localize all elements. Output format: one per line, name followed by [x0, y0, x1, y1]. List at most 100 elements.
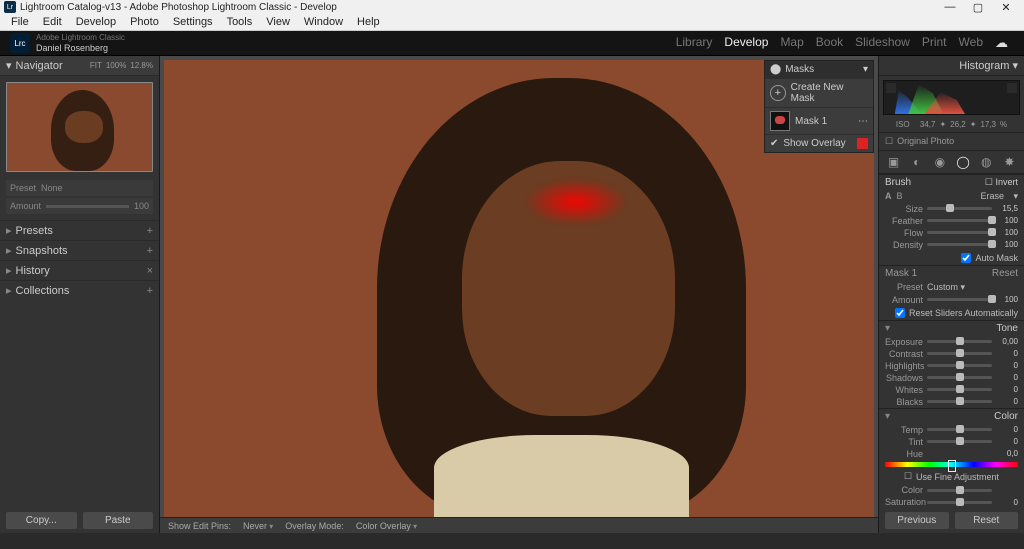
- window-close-button[interactable]: ✕: [992, 1, 1020, 14]
- menu-file[interactable]: File: [4, 16, 36, 28]
- tool-strip: ▣ ◐ ◉ ◯ ◍ ✸: [879, 151, 1024, 174]
- menu-settings[interactable]: Settings: [166, 16, 220, 28]
- right-panel: Histogram ▾ ISO 34,7 ✦26,2 ✦17,3% ☐Origi…: [878, 56, 1024, 533]
- navigator-zoom1[interactable]: 100%: [106, 61, 126, 70]
- mask-reset-button[interactable]: Reset: [992, 268, 1018, 279]
- mask-preset-dropdown[interactable]: Custom ▾: [927, 282, 965, 293]
- section-collections[interactable]: ▸Collections+: [0, 280, 159, 300]
- fine-adjustment-toggle[interactable]: Use Fine Adjustment: [916, 472, 999, 482]
- show-overlay-toggle[interactable]: ✔ Show Overlay: [765, 134, 873, 152]
- original-photo-toggle[interactable]: ☐Original Photo: [879, 133, 1024, 151]
- window-title: Lightroom Catalog-v13 - Adobe Photoshop …: [20, 2, 337, 13]
- user-name: Daniel Rosenberg: [36, 43, 125, 53]
- histogram[interactable]: [883, 80, 1020, 115]
- section-snapshots[interactable]: ▸Snapshots+: [0, 240, 159, 260]
- module-web[interactable]: Web: [959, 35, 983, 51]
- mask-item-1[interactable]: Mask 1 ⋯: [765, 107, 873, 134]
- auto-mask-checkbox[interactable]: [961, 253, 971, 263]
- tone-whites-slider[interactable]: [927, 388, 992, 391]
- lrc-icon: Lrc: [10, 33, 30, 53]
- histogram-header[interactable]: Histogram ▾: [879, 56, 1024, 76]
- menu-tools[interactable]: Tools: [220, 16, 260, 28]
- overlay-color-swatch[interactable]: [857, 138, 868, 149]
- overlay-mode-label: Overlay Mode:: [285, 521, 344, 531]
- module-book[interactable]: Book: [816, 35, 843, 51]
- tone-shadows-slider[interactable]: [927, 376, 992, 379]
- color-saturation-slider[interactable]: [927, 501, 992, 504]
- clip-highlights-icon[interactable]: [1007, 83, 1017, 93]
- erase-toggle[interactable]: Erase: [980, 191, 1004, 201]
- menu-view[interactable]: View: [259, 16, 297, 28]
- tone-blacks-slider[interactable]: [927, 400, 992, 403]
- clip-shadows-icon[interactable]: [886, 83, 896, 93]
- histogram-readout: ISO 34,7 ✦26,2 ✦17,3%: [879, 119, 1024, 133]
- navigator-zoom2[interactable]: 12.8%: [130, 61, 153, 70]
- brush-size-slider[interactable]: [927, 207, 992, 210]
- image-canvas[interactable]: ⬤ Masks ▾ + Create New Mask Mask 1 ⋯ ✔ S…: [164, 60, 874, 517]
- mask-more-icon[interactable]: ⋯: [858, 116, 868, 127]
- copy-settings-button[interactable]: Copy...: [6, 512, 77, 529]
- color-color-slider[interactable]: [927, 489, 992, 492]
- brush-tool-icon[interactable]: ✸: [1002, 155, 1016, 169]
- crop-tool-icon[interactable]: ▣: [887, 155, 901, 169]
- cloud-sync-icon[interactable]: ☁: [995, 35, 1008, 51]
- window-maximize-button[interactable]: ▢: [964, 1, 992, 14]
- window-minimize-button[interactable]: —: [936, 1, 964, 13]
- create-new-mask-button[interactable]: + Create New Mask: [765, 78, 873, 107]
- check-icon: ✔: [770, 138, 778, 149]
- preset-summary: Preset None: [6, 180, 153, 196]
- module-library[interactable]: Library: [676, 35, 713, 51]
- mask-amount-slider[interactable]: [927, 298, 992, 301]
- hue-slider[interactable]: [885, 462, 1018, 467]
- module-slideshow[interactable]: Slideshow: [855, 35, 910, 51]
- heal-tool-icon[interactable]: ◐: [910, 155, 924, 169]
- menu-help[interactable]: Help: [350, 16, 387, 28]
- gradient-tool-icon[interactable]: ◍: [979, 155, 993, 169]
- tone-exposure-slider[interactable]: [927, 340, 992, 343]
- overlay-mode-dropdown[interactable]: Color Overlay: [356, 521, 417, 531]
- masks-panel-more-icon[interactable]: ▾: [863, 64, 868, 75]
- mask-name-label: Mask 1: [885, 268, 917, 279]
- window-titlebar: Lr Lightroom Catalog-v13 - Adobe Photosh…: [0, 0, 1024, 14]
- color-tint-slider[interactable]: [927, 440, 992, 443]
- color-section[interactable]: Color: [994, 411, 1018, 422]
- reset-button[interactable]: Reset: [955, 512, 1019, 529]
- app-icon: Lr: [4, 1, 16, 13]
- paste-settings-button[interactable]: Paste: [83, 512, 154, 529]
- reset-sliders-auto-checkbox[interactable]: [895, 308, 905, 318]
- brush-feather-slider[interactable]: [927, 219, 992, 222]
- tone-section[interactable]: Tone: [996, 323, 1018, 334]
- navigator-thumbnail[interactable]: [6, 82, 153, 172]
- invert-mask-toggle[interactable]: Invert: [995, 177, 1018, 187]
- previous-button[interactable]: Previous: [885, 512, 949, 529]
- brush-density-slider[interactable]: [927, 243, 992, 246]
- menu-photo[interactable]: Photo: [123, 16, 166, 28]
- mask-tool-icon[interactable]: ◯: [956, 155, 970, 169]
- menu-bar: File Edit Develop Photo Settings Tools V…: [0, 14, 1024, 31]
- masks-panel-title: Masks: [785, 64, 814, 75]
- module-print[interactable]: Print: [922, 35, 947, 51]
- masks-panel[interactable]: ⬤ Masks ▾ + Create New Mask Mask 1 ⋯ ✔ S…: [764, 60, 874, 153]
- menu-develop[interactable]: Develop: [69, 16, 123, 28]
- navigator-fit[interactable]: FIT: [90, 61, 102, 70]
- section-presets[interactable]: ▸Presets+: [0, 220, 159, 240]
- section-history[interactable]: ▸History×: [0, 260, 159, 280]
- masks-dot-icon: ⬤: [770, 64, 781, 75]
- color-temp-slider[interactable]: [927, 428, 992, 431]
- tone-contrast-slider[interactable]: [927, 352, 992, 355]
- left-panel: ▾ Navigator FIT 100% 12.8% Preset None A…: [0, 56, 160, 533]
- navigator-header[interactable]: ▾ Navigator FIT 100% 12.8%: [0, 56, 159, 76]
- photo-collar: [434, 435, 690, 517]
- menu-edit[interactable]: Edit: [36, 16, 69, 28]
- product-name: Adobe Lightroom Classic: [36, 33, 125, 43]
- show-edit-pins-dropdown[interactable]: Never: [243, 521, 273, 531]
- center-area: ⬤ Masks ▾ + Create New Mask Mask 1 ⋯ ✔ S…: [160, 56, 878, 533]
- redeye-tool-icon[interactable]: ◉: [933, 155, 947, 169]
- brush-section-title: Brush: [885, 177, 911, 188]
- module-map[interactable]: Map: [780, 35, 803, 51]
- show-edit-pins-label: Show Edit Pins:: [168, 521, 231, 531]
- tone-highlights-slider[interactable]: [927, 364, 992, 367]
- menu-window[interactable]: Window: [297, 16, 350, 28]
- module-develop[interactable]: Develop: [724, 35, 768, 51]
- brush-flow-slider[interactable]: [927, 231, 992, 234]
